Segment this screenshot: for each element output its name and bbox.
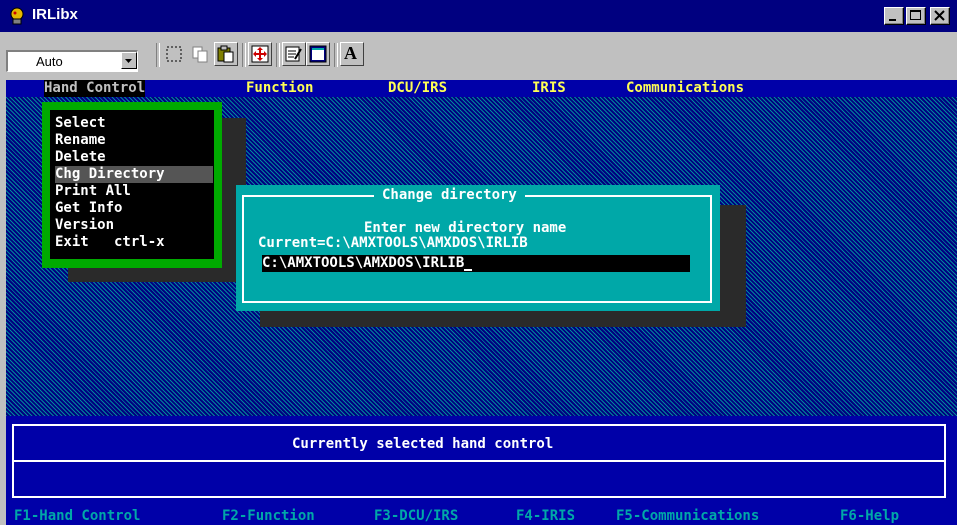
copy-button[interactable] (188, 42, 212, 66)
status-divider (14, 460, 944, 462)
properties-icon (285, 46, 302, 62)
menu-communications[interactable]: Communications (626, 80, 744, 97)
fkey-f1-hand-control[interactable]: F1-Hand Control (14, 508, 140, 525)
text-cursor (464, 269, 473, 271)
fkey-f3-dcu-irs[interactable]: F3-DCU/IRS (374, 508, 458, 525)
title-bar[interactable]: IRLibx (0, 0, 957, 32)
status-panel: Currently selected hand control (6, 416, 957, 506)
maximize-button[interactable] (906, 7, 926, 25)
status-text: Currently selected hand control (292, 436, 554, 452)
properties-button[interactable] (282, 42, 306, 66)
fkey-f2-function[interactable]: F2-Function (222, 508, 315, 525)
paste-button[interactable] (214, 42, 238, 66)
toolbar-separator (242, 43, 246, 67)
change-directory-dialog: Change directory Enter new directory nam… (236, 185, 720, 311)
directory-input-value: C:\AMXTOOLS\AMXDOS\IRLIB (262, 255, 465, 271)
menu-item-exit[interactable]: Exit ctrl-x (55, 234, 213, 251)
menu-item-chg-directory[interactable]: Chg Directory (55, 166, 213, 183)
font-size-value: Auto (36, 54, 63, 69)
menu-item-version[interactable]: Version (55, 217, 213, 234)
toolbar (0, 32, 957, 80)
status-box: Currently selected hand control (12, 424, 946, 498)
current-directory-label: Current=C:\AMXTOOLS\AMXDOS\IRLIB (258, 235, 528, 251)
close-icon (934, 10, 945, 21)
menu-bar: Hand Control Function DCU/IRS IRIS Commu… (6, 80, 957, 97)
dialog-prompt: Enter new directory name (364, 220, 567, 236)
menu-dcu-irs[interactable]: DCU/IRS (388, 80, 447, 97)
dialog-title: Change directory (374, 185, 525, 205)
hand-control-menu-list: Select Rename Delete Chg Directory Print… (50, 110, 214, 259)
irlibx-app-icon[interactable] (8, 7, 26, 25)
chevron-down-icon (125, 59, 132, 63)
menu-hand-control[interactable]: Hand Control (44, 80, 146, 97)
background-icon (309, 45, 327, 63)
hand-control-menu: Select Rename Delete Chg Directory Print… (42, 102, 222, 268)
dropdown-shadow (68, 268, 246, 282)
menu-function[interactable]: Function (246, 80, 313, 97)
menu-item-rename[interactable]: Rename (55, 132, 213, 149)
full-screen-button[interactable] (248, 42, 272, 66)
maximize-icon (910, 10, 921, 20)
menu-iris[interactable]: IRIS (532, 80, 566, 97)
full-screen-icon (251, 45, 269, 63)
mark-button[interactable] (162, 42, 186, 66)
mark-icon (166, 46, 182, 62)
toolbar-separator (156, 43, 160, 67)
font-icon: A (344, 43, 357, 63)
menu-item-get-info[interactable]: Get Info (55, 200, 213, 217)
function-key-bar: F1-Hand Control F2-Function F3-DCU/IRS F… (6, 506, 957, 525)
font-size-combo[interactable]: Auto (6, 50, 138, 72)
font-button[interactable]: A (340, 42, 364, 66)
dialog-shadow (260, 311, 746, 327)
background-button[interactable] (306, 42, 330, 66)
copy-icon (192, 46, 208, 63)
window-title: IRLibx (32, 6, 78, 23)
combo-dropdown-button[interactable] (121, 52, 137, 69)
fkey-f5-communications[interactable]: F5-Communications (616, 508, 759, 525)
toolbar-separator (334, 43, 338, 67)
menu-item-select[interactable]: Select (55, 115, 213, 132)
directory-input-field[interactable]: C:\AMXTOOLS\AMXDOS\IRLIB (262, 255, 690, 272)
fkey-f4-iris[interactable]: F4-IRIS (516, 508, 575, 525)
fkey-f6-help[interactable]: F6-Help (840, 508, 899, 525)
paste-icon (217, 45, 234, 63)
menu-item-print-all[interactable]: Print All (55, 183, 213, 200)
menu-item-delete[interactable]: Delete (55, 149, 213, 166)
toolbar-separator (276, 43, 280, 67)
close-button[interactable] (930, 7, 950, 25)
dialog-shadow (720, 205, 746, 327)
minimize-icon (889, 19, 896, 21)
dos-console[interactable]: Hand Control Function DCU/IRS IRIS Commu… (6, 80, 957, 525)
minimize-button[interactable] (884, 7, 904, 25)
